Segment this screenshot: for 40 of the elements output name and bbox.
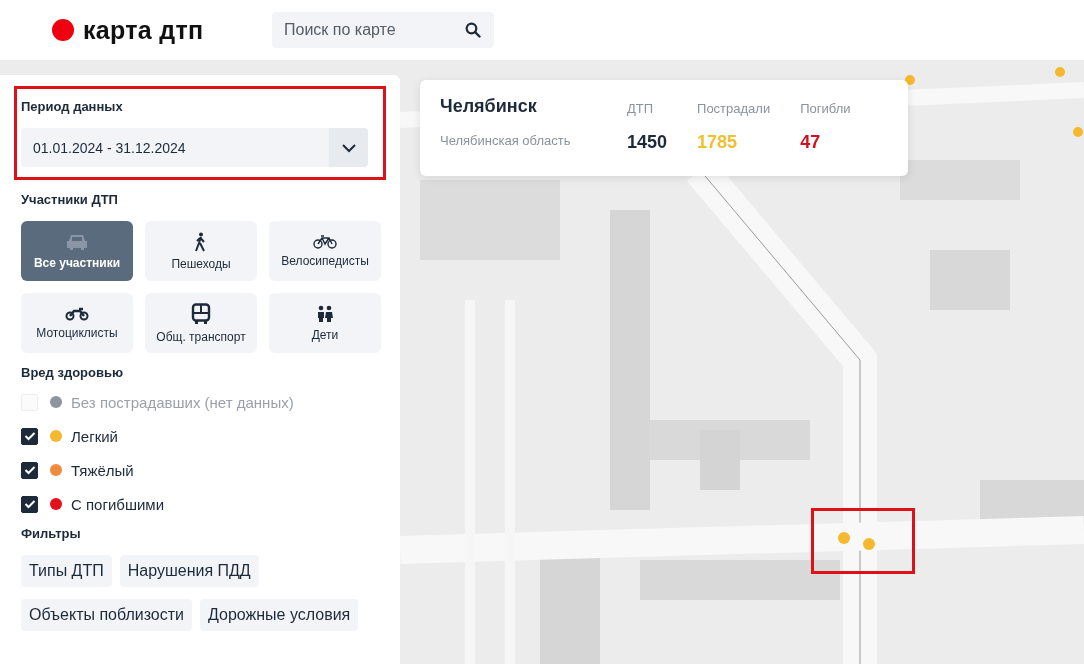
logo-text[interactable]: карта дтп [83, 15, 204, 45]
motorcycle-icon [65, 306, 89, 321]
participant-tab[interactable]: Пешеходы [145, 221, 257, 281]
search-field[interactable]: Поиск по карте [272, 12, 494, 48]
participant-tab[interactable]: Велосипедисты [269, 221, 381, 281]
city-name: Челябинск [440, 96, 538, 117]
logo-dot-icon [52, 19, 74, 41]
filter-button[interactable]: Дорожные условия [200, 599, 359, 631]
filter-button[interactable]: Нарушения ПДД [119, 555, 259, 587]
metric-label: Погибли [800, 101, 851, 116]
filter-button[interactable]: Объекты поблизости [21, 599, 193, 631]
section-title: Фильтры [21, 526, 82, 541]
checkbox-label[interactable]: Тяжёлый [71, 461, 134, 479]
car-icon [65, 232, 89, 251]
checkbox[interactable] [21, 495, 38, 513]
participant-tab[interactable]: Дети [269, 293, 381, 353]
section-title: Вред здоровью [21, 365, 125, 380]
search-icon[interactable] [465, 22, 481, 38]
pedestrian-icon [195, 231, 207, 252]
bicycle-icon [313, 234, 337, 249]
chevron-down-icon[interactable] [329, 128, 368, 167]
metric-label: Пострадали [697, 101, 771, 116]
checkbox-label[interactable]: С погибшими [71, 495, 164, 513]
participant-tab[interactable]: Общ. транспорт [145, 293, 257, 353]
date-range-select[interactable]: 01.01.2024 - 31.12.2024 [21, 128, 368, 167]
region-name: Челябинская область [440, 133, 572, 148]
section-title: Участники ДТП [21, 192, 119, 207]
participant-tab[interactable]: Все участники [21, 221, 133, 281]
filter-button[interactable]: Типы ДТП [21, 555, 112, 587]
metric-value: 1785 [697, 132, 739, 153]
participant-tab[interactable]: Мотоциклисты [21, 293, 133, 353]
bus-icon [191, 302, 211, 325]
metric-label: ДТП [627, 101, 655, 116]
metric-value: 47 [800, 132, 822, 153]
checkbox[interactable] [21, 427, 38, 445]
checkbox[interactable] [21, 461, 38, 479]
section-title: Период данных [21, 99, 124, 114]
children-icon [316, 304, 334, 323]
metric-value: 1450 [627, 132, 668, 153]
checkbox-label[interactable]: Легкий [71, 427, 118, 445]
